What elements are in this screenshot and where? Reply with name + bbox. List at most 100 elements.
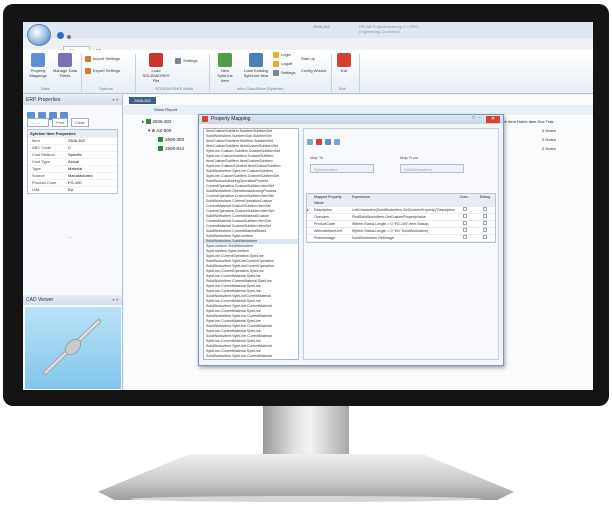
mapped-property-cell[interactable]: PictureImage xyxy=(313,235,351,241)
column-expression[interactable]: Expression xyxy=(351,194,455,206)
create-checkbox[interactable] xyxy=(463,207,467,211)
search-input[interactable]: ← → → xyxy=(27,118,50,127)
property-mappings-button[interactable]: Property Mappings xyxy=(27,53,49,78)
ribbon-divider xyxy=(209,54,210,92)
expression-cell[interactable]: IIf(Item.Status.Length > 0,"FG-100",Item… xyxy=(351,221,455,227)
property-list-item[interactable]: SolidWorksItem.SyteLine.CurrentMaterial xyxy=(204,354,298,359)
settings-button-1[interactable]: Settings xyxy=(175,58,197,64)
app-window: 2506-302 SPI AB Projekthantering 2.0 PRO… xyxy=(23,22,593,390)
property-row[interactable]: Cost Method Specific xyxy=(28,151,117,158)
property-row[interactable]: Cost Type Actual xyxy=(28,158,117,165)
expression-cell[interactable]: LeftCharacters(SolidWorksItem.GetCustomP… xyxy=(351,207,455,213)
show-report-button[interactable]: Show Report xyxy=(154,107,177,112)
import-settings-button[interactable]: Import Settings xyxy=(85,56,120,62)
save-icon[interactable] xyxy=(57,32,64,39)
save-icon[interactable] xyxy=(325,139,331,145)
source-property-list[interactable]: ItemCustomSubItem.SubItemSubItemSet Solid… xyxy=(203,128,299,360)
create-checkbox[interactable] xyxy=(463,228,467,232)
mapped-property-cell[interactable]: AlternateItemUnit xyxy=(313,228,351,234)
undo-icon[interactable] xyxy=(334,139,340,145)
create-checkbox[interactable] xyxy=(463,221,467,225)
property-value: C xyxy=(68,145,71,150)
expression-cell[interactable]: IIf(Item.Status.Length > 0,"EA",SolidWor… xyxy=(351,228,455,234)
minimize-icon[interactable]: – xyxy=(478,115,481,121)
settings-button-2[interactable]: Settings xyxy=(273,70,295,76)
panel-splitter-grip[interactable]: ⋯ xyxy=(67,235,72,241)
close-icon[interactable]: ✕ xyxy=(486,116,500,123)
load-solidworks-file-button[interactable]: Load SOLIDWORKS File xyxy=(139,53,173,83)
property-row[interactable]: Type Material xyxy=(28,165,117,172)
property-row[interactable]: U/M EA xyxy=(28,186,117,193)
tree-node-part[interactable]: 2506-303 xyxy=(158,137,184,143)
notes-cell[interactable]: 0 Notes xyxy=(542,146,556,151)
config-wizard-button[interactable]: Config Wizard xyxy=(301,68,326,73)
clear-button[interactable]: Clear xyxy=(71,118,89,127)
load-existing-item-button[interactable]: Load Existing SyteLine Item xyxy=(241,53,271,78)
mapping-row[interactable]: ProductCode IIf(Item.Status.Length > 0,"F… xyxy=(307,221,495,228)
mapping-row[interactable]: Overview FindSolidWorksItem.GetCustomProp… xyxy=(307,214,495,221)
manage-data-fields-button[interactable]: Manage Data Fields xyxy=(53,53,77,78)
mapped-property-cell[interactable]: Overview xyxy=(313,214,351,220)
create-checkbox[interactable] xyxy=(463,235,467,239)
column-debug[interactable]: Debug xyxy=(475,194,495,206)
export-icon xyxy=(85,68,91,74)
notes-cell[interactable]: 0 Notes xyxy=(542,137,556,142)
property-key: Item xyxy=(32,138,40,143)
application-menu-button[interactable] xyxy=(27,24,51,46)
mapping-row[interactable]: PictureImage SolidWorksItem.GetImage xyxy=(307,235,495,242)
group-solidworks-label: SOLIDWORKS Addin xyxy=(155,86,194,91)
dropdown-icon[interactable] xyxy=(67,35,71,39)
column-create[interactable]: Crea... xyxy=(455,194,475,206)
column-mapped-property[interactable]: Mapped Property Name xyxy=(313,194,351,206)
exit-button[interactable]: Exit xyxy=(335,53,353,73)
mapping-row[interactable]: AlternateItemUnit IIf(Item.Status.Length … xyxy=(307,228,495,235)
cad-3d-viewport[interactable] xyxy=(25,307,121,389)
login-button[interactable]: Login xyxy=(273,52,291,58)
mapping-row[interactable]: ▸ Description LeftCharacters(SolidWorksIte… xyxy=(307,207,495,214)
create-checkbox[interactable] xyxy=(463,214,467,218)
maximize-icon[interactable]: □ xyxy=(472,115,475,121)
mapped-property-cell[interactable]: Description xyxy=(313,207,351,213)
find-button[interactable]: Find xyxy=(52,118,69,127)
mapping-editor: Map To SyteLineItem Map From SolidWorksI… xyxy=(303,128,499,360)
notes-cell[interactable]: 0 Notes xyxy=(542,128,556,133)
document-tab[interactable]: 2506-302 xyxy=(129,97,156,104)
panel-pin-icon[interactable]: ▾ ✕ xyxy=(113,97,119,102)
property-row[interactable]: Product Code FG-100 xyxy=(28,179,117,186)
debug-checkbox[interactable] xyxy=(483,228,487,232)
mapped-property-cell[interactable]: ProductCode xyxy=(313,221,351,227)
tree-node-part[interactable]: 2506-814 xyxy=(158,146,184,152)
debug-checkbox[interactable] xyxy=(483,221,487,225)
mapping-table: Mapped Property Name Expression Crea... Deb… xyxy=(306,193,496,243)
expression-cell[interactable]: FindSolidWorksItem.GetCustomPropertyValu… xyxy=(351,214,455,220)
export-settings-button[interactable]: Export Settings xyxy=(85,68,120,74)
delete-icon[interactable] xyxy=(316,139,322,145)
map-to-label: Map To xyxy=(310,155,324,160)
debug-checkbox[interactable] xyxy=(483,235,487,239)
logoff-button[interactable]: Logoff xyxy=(273,61,292,67)
map-to-input[interactable]: SyteLineItem xyxy=(310,164,374,173)
property-row[interactable]: Source Manufactured xyxy=(28,172,117,179)
monitor-stand-base xyxy=(98,454,514,500)
ribbon-tabs: HomeView xyxy=(63,40,113,57)
property-row[interactable]: ABC Code C xyxy=(28,144,117,151)
map-from-input[interactable]: SolidWorksItem xyxy=(400,164,464,173)
new-syteline-item-button[interactable]: New SyteLine Item xyxy=(213,53,237,83)
mapping-table-header: Mapped Property Name Expression Crea... Deb… xyxy=(307,194,495,207)
property-value: Specific xyxy=(68,152,83,157)
dialog-title-bar[interactable]: Property Mapping □ – ✕ xyxy=(199,115,503,124)
grid-column-notes[interactable]: Item Notes Item Doc Trak xyxy=(508,119,553,124)
start-up-button[interactable]: Start up xyxy=(301,56,315,61)
tree-node-assembly[interactable]: ▾ ⊕ AS-500 xyxy=(148,128,171,134)
tree-node-root[interactable]: ▸ 2506-302 xyxy=(142,119,172,125)
document-icon[interactable] xyxy=(307,139,313,145)
property-row[interactable]: Item 2506-302 xyxy=(28,137,117,144)
panel-pin-icon[interactable]: ▾ ✕ xyxy=(113,297,119,302)
gear-icon xyxy=(273,70,279,76)
debug-checkbox[interactable] xyxy=(483,207,487,211)
expression-cell[interactable]: SolidWorksItem.GetImage xyxy=(351,235,455,241)
erp-panel-header: ERP Properties ▾ ✕ xyxy=(23,95,122,105)
quick-access-toolbar[interactable] xyxy=(57,26,87,39)
settings-1-label: Settings xyxy=(183,58,198,64)
debug-checkbox[interactable] xyxy=(483,214,487,218)
